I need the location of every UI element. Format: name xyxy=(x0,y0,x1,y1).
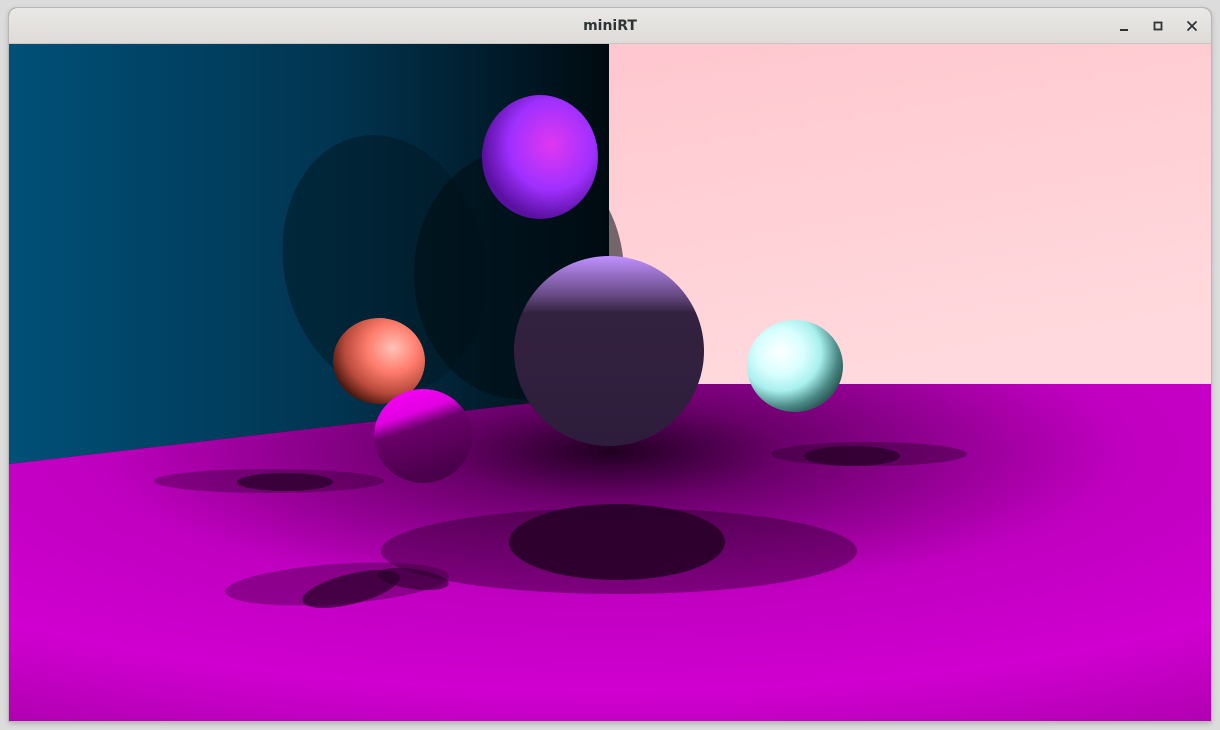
floor-shadow-left-inner xyxy=(237,473,333,491)
close-icon xyxy=(1187,21,1197,31)
title-bar[interactable]: miniRT xyxy=(9,8,1211,44)
sphere-cyan xyxy=(747,320,843,412)
minimize-icon xyxy=(1120,29,1128,31)
close-button[interactable] xyxy=(1180,14,1204,38)
render-canvas xyxy=(9,44,1211,721)
maximize-button[interactable] xyxy=(1146,14,1170,38)
minimize-button[interactable] xyxy=(1112,14,1136,38)
app-window: miniRT xyxy=(9,8,1211,721)
sphere-magenta xyxy=(374,389,472,483)
sphere-large-center xyxy=(514,256,704,446)
floor-shadow-large-inner xyxy=(509,504,725,580)
sphere-purple-top xyxy=(482,95,598,219)
window-title: miniRT xyxy=(583,18,637,34)
floor-shadow-cyan-inner xyxy=(804,446,900,466)
maximize-icon xyxy=(1153,21,1163,31)
